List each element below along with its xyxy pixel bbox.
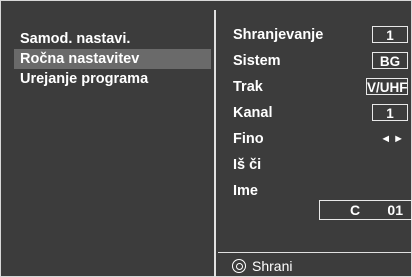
manual-tuning-panel: Shranjevanje 1 Sistem BG Trak V/UHF Kana… (218, 8, 412, 277)
storage-row[interactable]: Shranjevanje 1 (218, 24, 412, 46)
fine-row[interactable]: Fino ◄► (218, 128, 412, 150)
panel-divider (214, 10, 216, 277)
ok-circle-icon (232, 259, 246, 273)
left-menu: Samod. nastavi. Ročna nastavitev Urejanj… (8, 8, 211, 268)
band-label: Trak (233, 79, 263, 95)
channel-row[interactable]: Kanal 1 (218, 102, 412, 124)
band-row[interactable]: Trak V/UHF (218, 76, 412, 98)
channel-name-number: 01 (387, 202, 403, 218)
system-row[interactable]: Sistem BG (218, 50, 412, 72)
storage-label: Shranjevanje (233, 27, 324, 43)
channel-label: Kanal (233, 105, 273, 121)
search-label: Iš či (233, 157, 262, 173)
name-label: Ime (233, 183, 258, 199)
system-label: Sistem (233, 53, 281, 69)
save-label: Shrani (252, 258, 293, 274)
search-row[interactable]: Iš či (218, 154, 412, 176)
menu-item-program-edit[interactable]: Urejanje programa (14, 69, 211, 89)
system-value[interactable]: BG (372, 52, 408, 69)
storage-value[interactable]: 1 (372, 26, 408, 43)
name-row[interactable]: Ime (218, 180, 412, 202)
left-right-arrows-icon[interactable]: ◄► (380, 128, 406, 150)
channel-value[interactable]: 1 (372, 104, 408, 121)
tv-menu-screen: Samod. nastavi. Ročna nastavitev Urejanj… (0, 0, 412, 277)
channel-name-prefix: C (350, 202, 361, 218)
footer-divider (218, 252, 412, 253)
menu-item-auto-tuning[interactable]: Samod. nastavi. (14, 29, 211, 49)
menu-item-manual-tuning[interactable]: Ročna nastavitev (14, 49, 211, 69)
channel-name-field[interactable]: C 01 (319, 200, 412, 220)
fine-label: Fino (233, 131, 264, 147)
band-value[interactable]: V/UHF (366, 78, 408, 95)
